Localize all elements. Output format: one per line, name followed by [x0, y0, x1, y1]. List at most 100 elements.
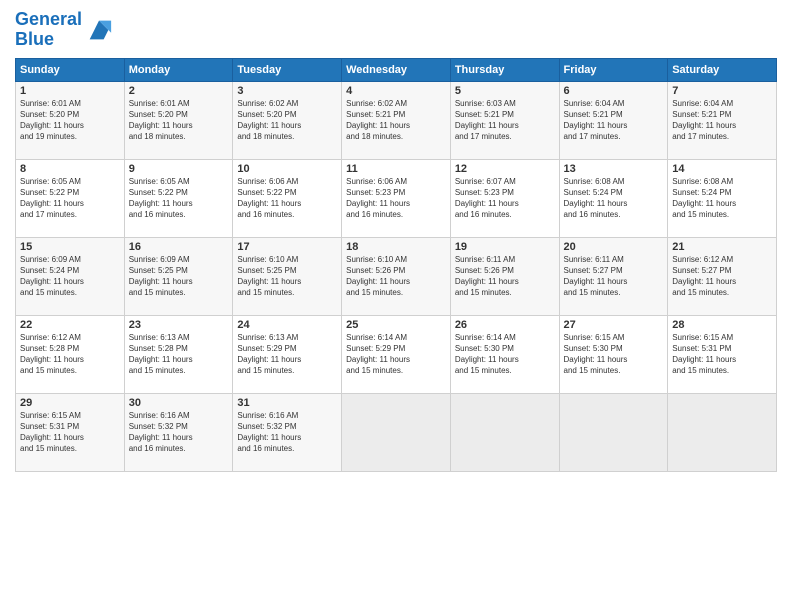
day-detail: Sunrise: 6:12 AM Sunset: 5:27 PM Dayligh… — [672, 254, 772, 299]
day-detail: Sunrise: 6:01 AM Sunset: 5:20 PM Dayligh… — [20, 98, 120, 143]
day-detail: Sunrise: 6:16 AM Sunset: 5:32 PM Dayligh… — [129, 410, 229, 455]
calendar-cell: 26Sunrise: 6:14 AM Sunset: 5:30 PM Dayli… — [450, 315, 559, 393]
calendar-cell: 4Sunrise: 6:02 AM Sunset: 5:21 PM Daylig… — [342, 81, 451, 159]
day-number: 14 — [672, 163, 772, 175]
col-header-tuesday: Tuesday — [233, 58, 342, 81]
day-detail: Sunrise: 6:02 AM Sunset: 5:21 PM Dayligh… — [346, 98, 446, 143]
day-detail: Sunrise: 6:05 AM Sunset: 5:22 PM Dayligh… — [129, 176, 229, 221]
day-detail: Sunrise: 6:06 AM Sunset: 5:23 PM Dayligh… — [346, 176, 446, 221]
day-number: 24 — [237, 319, 337, 331]
calendar-cell: 30Sunrise: 6:16 AM Sunset: 5:32 PM Dayli… — [124, 393, 233, 471]
calendar-week-3: 15Sunrise: 6:09 AM Sunset: 5:24 PM Dayli… — [16, 237, 777, 315]
logo-text2: Blue — [15, 30, 82, 50]
day-detail: Sunrise: 6:12 AM Sunset: 5:28 PM Dayligh… — [20, 332, 120, 377]
day-number: 11 — [346, 163, 446, 175]
day-number: 5 — [455, 85, 555, 97]
day-number: 17 — [237, 241, 337, 253]
day-detail: Sunrise: 6:09 AM Sunset: 5:25 PM Dayligh… — [129, 254, 229, 299]
day-number: 12 — [455, 163, 555, 175]
calendar-cell: 28Sunrise: 6:15 AM Sunset: 5:31 PM Dayli… — [668, 315, 777, 393]
page: General Blue SundayMondayTuesdayWednesda… — [0, 0, 792, 612]
calendar-week-1: 1Sunrise: 6:01 AM Sunset: 5:20 PM Daylig… — [16, 81, 777, 159]
calendar-cell: 16Sunrise: 6:09 AM Sunset: 5:25 PM Dayli… — [124, 237, 233, 315]
calendar-cell: 7Sunrise: 6:04 AM Sunset: 5:21 PM Daylig… — [668, 81, 777, 159]
calendar-cell — [342, 393, 451, 471]
calendar-body: 1Sunrise: 6:01 AM Sunset: 5:20 PM Daylig… — [16, 81, 777, 471]
day-detail: Sunrise: 6:08 AM Sunset: 5:24 PM Dayligh… — [564, 176, 664, 221]
col-header-sunday: Sunday — [16, 58, 125, 81]
calendar-cell: 15Sunrise: 6:09 AM Sunset: 5:24 PM Dayli… — [16, 237, 125, 315]
day-number: 8 — [20, 163, 120, 175]
day-detail: Sunrise: 6:03 AM Sunset: 5:21 PM Dayligh… — [455, 98, 555, 143]
day-number: 15 — [20, 241, 120, 253]
day-detail: Sunrise: 6:11 AM Sunset: 5:27 PM Dayligh… — [564, 254, 664, 299]
day-detail: Sunrise: 6:10 AM Sunset: 5:25 PM Dayligh… — [237, 254, 337, 299]
calendar-cell — [450, 393, 559, 471]
calendar-cell: 21Sunrise: 6:12 AM Sunset: 5:27 PM Dayli… — [668, 237, 777, 315]
logo: General Blue — [15, 10, 113, 50]
day-number: 22 — [20, 319, 120, 331]
calendar-cell: 3Sunrise: 6:02 AM Sunset: 5:20 PM Daylig… — [233, 81, 342, 159]
calendar-cell: 11Sunrise: 6:06 AM Sunset: 5:23 PM Dayli… — [342, 159, 451, 237]
calendar-cell: 5Sunrise: 6:03 AM Sunset: 5:21 PM Daylig… — [450, 81, 559, 159]
day-number: 6 — [564, 85, 664, 97]
calendar-cell: 9Sunrise: 6:05 AM Sunset: 5:22 PM Daylig… — [124, 159, 233, 237]
day-number: 16 — [129, 241, 229, 253]
day-number: 18 — [346, 241, 446, 253]
day-number: 1 — [20, 85, 120, 97]
day-detail: Sunrise: 6:15 AM Sunset: 5:31 PM Dayligh… — [20, 410, 120, 455]
calendar-cell — [559, 393, 668, 471]
day-number: 30 — [129, 397, 229, 409]
calendar-cell: 19Sunrise: 6:11 AM Sunset: 5:26 PM Dayli… — [450, 237, 559, 315]
calendar-cell: 24Sunrise: 6:13 AM Sunset: 5:29 PM Dayli… — [233, 315, 342, 393]
day-number: 9 — [129, 163, 229, 175]
day-number: 7 — [672, 85, 772, 97]
calendar-cell: 12Sunrise: 6:07 AM Sunset: 5:23 PM Dayli… — [450, 159, 559, 237]
calendar-table: SundayMondayTuesdayWednesdayThursdayFrid… — [15, 58, 777, 472]
calendar-cell: 18Sunrise: 6:10 AM Sunset: 5:26 PM Dayli… — [342, 237, 451, 315]
day-number: 28 — [672, 319, 772, 331]
calendar-cell: 17Sunrise: 6:10 AM Sunset: 5:25 PM Dayli… — [233, 237, 342, 315]
col-header-wednesday: Wednesday — [342, 58, 451, 81]
calendar-cell: 31Sunrise: 6:16 AM Sunset: 5:32 PM Dayli… — [233, 393, 342, 471]
day-detail: Sunrise: 6:08 AM Sunset: 5:24 PM Dayligh… — [672, 176, 772, 221]
calendar-cell: 22Sunrise: 6:12 AM Sunset: 5:28 PM Dayli… — [16, 315, 125, 393]
day-number: 19 — [455, 241, 555, 253]
calendar-cell: 2Sunrise: 6:01 AM Sunset: 5:20 PM Daylig… — [124, 81, 233, 159]
day-number: 10 — [237, 163, 337, 175]
day-number: 23 — [129, 319, 229, 331]
header: General Blue — [15, 10, 777, 50]
day-detail: Sunrise: 6:11 AM Sunset: 5:26 PM Dayligh… — [455, 254, 555, 299]
calendar-cell: 6Sunrise: 6:04 AM Sunset: 5:21 PM Daylig… — [559, 81, 668, 159]
day-number: 26 — [455, 319, 555, 331]
day-detail: Sunrise: 6:14 AM Sunset: 5:30 PM Dayligh… — [455, 332, 555, 377]
day-detail: Sunrise: 6:09 AM Sunset: 5:24 PM Dayligh… — [20, 254, 120, 299]
day-number: 27 — [564, 319, 664, 331]
calendar-week-2: 8 Sunrise: 6:05 AM Sunset: 5:22 PM Daylig… — [16, 159, 777, 237]
day-number: 2 — [129, 85, 229, 97]
day-number: 21 — [672, 241, 772, 253]
day-detail: Sunrise: 6:02 AM Sunset: 5:20 PM Dayligh… — [237, 98, 337, 143]
calendar-cell: 8Sunrise: 6:05 AM Sunset: 5:22 PM Daylig… — [16, 159, 125, 237]
day-number: 29 — [20, 397, 120, 409]
day-detail: Sunrise: 6:01 AM Sunset: 5:20 PM Dayligh… — [129, 98, 229, 143]
calendar-cell: 1Sunrise: 6:01 AM Sunset: 5:20 PM Daylig… — [16, 81, 125, 159]
day-detail: Sunrise: 6:15 AM Sunset: 5:30 PM Dayligh… — [564, 332, 664, 377]
col-header-monday: Monday — [124, 58, 233, 81]
logo-text: General — [15, 10, 82, 30]
day-detail: Sunrise: 6:14 AM Sunset: 5:29 PM Dayligh… — [346, 332, 446, 377]
calendar-cell — [668, 393, 777, 471]
day-number: 25 — [346, 319, 446, 331]
day-number: 3 — [237, 85, 337, 97]
calendar-cell: 25Sunrise: 6:14 AM Sunset: 5:29 PM Dayli… — [342, 315, 451, 393]
day-detail: Sunrise: 6:13 AM Sunset: 5:28 PM Dayligh… — [129, 332, 229, 377]
day-detail: Sunrise: 6:06 AM Sunset: 5:22 PM Dayligh… — [237, 176, 337, 221]
calendar-cell: 14Sunrise: 6:08 AM Sunset: 5:24 PM Dayli… — [668, 159, 777, 237]
day-detail: Sunrise: 6:15 AM Sunset: 5:31 PM Dayligh… — [672, 332, 772, 377]
calendar-cell: 29Sunrise: 6:15 AM Sunset: 5:31 PM Dayli… — [16, 393, 125, 471]
calendar-week-5: 29Sunrise: 6:15 AM Sunset: 5:31 PM Dayli… — [16, 393, 777, 471]
col-header-thursday: Thursday — [450, 58, 559, 81]
day-detail: Sunrise: 6:04 AM Sunset: 5:21 PM Dayligh… — [564, 98, 664, 143]
col-header-friday: Friday — [559, 58, 668, 81]
day-detail: Sunrise: 6:10 AM Sunset: 5:26 PM Dayligh… — [346, 254, 446, 299]
